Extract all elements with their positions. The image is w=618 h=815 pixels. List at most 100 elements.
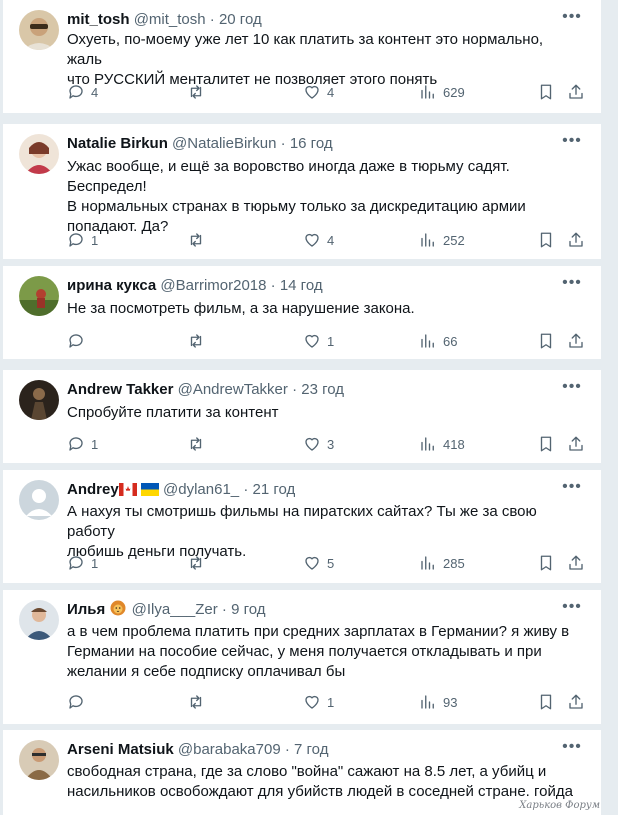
like-button[interactable]: 3 bbox=[303, 434, 334, 454]
display-name[interactable]: mit_tosh bbox=[67, 11, 130, 28]
heart-icon bbox=[305, 334, 319, 348]
timestamp[interactable]: 21 год bbox=[253, 481, 296, 498]
like-button[interactable]: 5 bbox=[303, 553, 334, 573]
username[interactable]: @Barrimor2018 bbox=[160, 277, 266, 294]
tweet-text-line: В нормальных странах в тюрьму только за … bbox=[67, 198, 526, 215]
timestamp[interactable]: 7 год bbox=[294, 741, 328, 758]
reply-icon bbox=[69, 437, 83, 451]
display-name[interactable]: Илья bbox=[67, 601, 105, 618]
views-button[interactable]: 285 bbox=[419, 553, 465, 573]
bookmark-button[interactable] bbox=[537, 331, 555, 351]
display-name[interactable]: Andrew Takker bbox=[67, 381, 173, 398]
tweet[interactable]: Илья @Ilya___Zer · 9 год ••• а в чем про… bbox=[3, 590, 601, 724]
separator-dot: · bbox=[243, 481, 249, 498]
bookmark-button[interactable] bbox=[537, 434, 555, 454]
tweet[interactable]: ирина кукса @Barrimor2018 · 14 год ••• Н… bbox=[3, 266, 601, 359]
more-options-icon[interactable]: ••• bbox=[561, 599, 583, 622]
bookmark-button[interactable] bbox=[537, 692, 555, 712]
watermark: Харьков Форум bbox=[519, 800, 600, 811]
share-button[interactable] bbox=[567, 331, 585, 351]
views-button[interactable]: 66 bbox=[419, 331, 457, 351]
share-button[interactable] bbox=[567, 553, 585, 573]
avatar[interactable] bbox=[19, 276, 59, 316]
more-options-icon[interactable]: ••• bbox=[561, 9, 583, 32]
share-button[interactable] bbox=[567, 434, 585, 454]
tweet-header: Arseni Matsiuk @barabaka709 · 7 год bbox=[67, 740, 561, 760]
separator-dot: · bbox=[209, 11, 215, 28]
share-icon bbox=[569, 436, 583, 451]
timestamp[interactable]: 9 год bbox=[231, 601, 265, 618]
reply-icon bbox=[69, 556, 83, 570]
username[interactable]: @AndrewTakker bbox=[178, 381, 288, 398]
like-button[interactable]: 4 bbox=[303, 82, 334, 102]
reply-button[interactable]: 1 bbox=[67, 230, 98, 250]
share-button[interactable] bbox=[567, 82, 585, 102]
avatar[interactable] bbox=[19, 740, 59, 780]
more-options-icon[interactable]: ••• bbox=[561, 379, 583, 402]
avatar[interactable] bbox=[19, 600, 59, 640]
tweet[interactable]: mit_tosh @mit_tosh · 20 год ••• Охуеть, … bbox=[3, 0, 601, 113]
heart-icon bbox=[305, 233, 319, 247]
tweet-header: Илья @Ilya___Zer · 9 год bbox=[67, 600, 561, 620]
tweet[interactable]: Natalie Birkun @NatalieBirkun · 16 год •… bbox=[3, 124, 601, 259]
retweet-button[interactable] bbox=[187, 692, 211, 712]
timestamp[interactable]: 16 год bbox=[290, 135, 333, 152]
retweet-button[interactable] bbox=[187, 82, 211, 102]
timestamp[interactable]: 23 год bbox=[301, 381, 344, 398]
view-count: 418 bbox=[443, 436, 465, 452]
username[interactable]: @mit_tosh bbox=[134, 11, 206, 28]
avatar[interactable] bbox=[19, 10, 59, 50]
reply-count: 1 bbox=[91, 555, 99, 571]
retweet-button[interactable] bbox=[187, 331, 211, 351]
views-button[interactable]: 93 bbox=[419, 692, 457, 712]
share-button[interactable] bbox=[567, 692, 585, 712]
separator-dot: · bbox=[292, 381, 298, 398]
views-button[interactable]: 252 bbox=[419, 230, 465, 250]
retweet-icon bbox=[190, 556, 202, 570]
username[interactable]: @dylan61_ bbox=[163, 481, 239, 498]
retweet-button[interactable] bbox=[187, 434, 211, 454]
display-name[interactable]: Natalie Birkun bbox=[67, 135, 168, 152]
display-name[interactable]: Arseni Matsiuk bbox=[67, 741, 174, 758]
tweet[interactable]: Andrew Takker @AndrewTakker · 23 год •••… bbox=[3, 370, 601, 463]
avatar[interactable] bbox=[19, 480, 59, 520]
more-options-icon[interactable]: ••• bbox=[561, 479, 583, 502]
like-button[interactable]: 1 bbox=[303, 692, 334, 712]
reply-button[interactable]: 1 bbox=[67, 553, 98, 573]
username[interactable]: @barabaka709 bbox=[178, 741, 281, 758]
reply-button[interactable] bbox=[67, 331, 91, 351]
display-name[interactable]: Andrey bbox=[67, 481, 119, 498]
reply-button[interactable]: 4 bbox=[67, 82, 98, 102]
share-icon bbox=[569, 84, 583, 99]
avatar[interactable] bbox=[19, 134, 59, 174]
tweet-header: Andrey @dylan61_ · 21 год bbox=[67, 480, 561, 500]
views-button[interactable]: 418 bbox=[419, 434, 465, 454]
reply-icon bbox=[69, 695, 83, 709]
like-button[interactable]: 1 bbox=[303, 331, 334, 351]
retweet-button[interactable] bbox=[187, 230, 211, 250]
like-button[interactable]: 4 bbox=[303, 230, 334, 250]
timestamp[interactable]: 14 год bbox=[280, 277, 323, 294]
username[interactable]: @NatalieBirkun bbox=[172, 135, 276, 152]
avatar[interactable] bbox=[19, 380, 59, 420]
tweet[interactable]: Arseni Matsiuk @barabaka709 · 7 год ••• … bbox=[3, 730, 601, 815]
bookmark-button[interactable] bbox=[537, 82, 555, 102]
bookmark-button[interactable] bbox=[537, 230, 555, 250]
bookmark-button[interactable] bbox=[537, 553, 555, 573]
tweet[interactable]: Andrey @dylan61_ · 21 год ••• А нахуя ты… bbox=[3, 470, 601, 583]
more-options-icon[interactable]: ••• bbox=[561, 275, 583, 298]
like-count: 4 bbox=[327, 232, 335, 248]
tweet-header: ирина кукса @Barrimor2018 · 14 год bbox=[67, 276, 561, 296]
tweet-header: mit_tosh @mit_tosh · 20 год bbox=[67, 10, 561, 30]
timestamp[interactable]: 20 год bbox=[219, 11, 262, 28]
retweet-button[interactable] bbox=[187, 553, 211, 573]
views-button[interactable]: 629 bbox=[419, 82, 465, 102]
bookmark-icon bbox=[540, 84, 552, 100]
display-name[interactable]: ирина кукса bbox=[67, 277, 156, 294]
reply-button[interactable]: 1 bbox=[67, 434, 98, 454]
more-options-icon[interactable]: ••• bbox=[561, 739, 583, 762]
reply-button[interactable] bbox=[67, 692, 91, 712]
username[interactable]: @Ilya___Zer bbox=[132, 601, 218, 618]
share-button[interactable] bbox=[567, 230, 585, 250]
more-options-icon[interactable]: ••• bbox=[561, 133, 583, 156]
